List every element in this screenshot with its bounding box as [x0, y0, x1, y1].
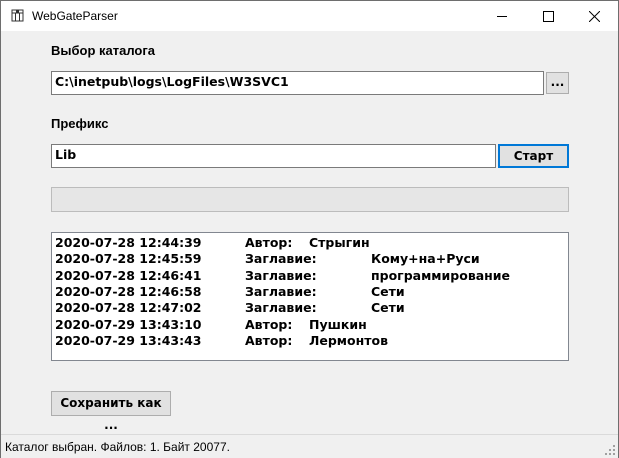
catalog-path-field[interactable]: C:\inetpub\logs\LogFiles\W3SVC1: [51, 71, 544, 95]
app-icon: [11, 9, 24, 22]
log-row[interactable]: 2020-07-28 12:47:02 Заглавие: Сети: [55, 300, 565, 316]
log-value: Сети: [371, 300, 405, 316]
log-row[interactable]: 2020-07-29 13:43:43 Автор: Лермонтов: [55, 333, 565, 349]
progress-bar: [51, 187, 569, 212]
title-bar[interactable]: WebGateParser: [1, 1, 618, 31]
log-field: Автор:: [245, 332, 293, 348]
log-time: 2020-07-28 12:44:39: [55, 235, 202, 250]
log-field: Заглавие:: [245, 267, 317, 283]
save-as-button[interactable]: Сохранить как ...: [51, 391, 171, 432]
log-value: Пушкин: [309, 316, 367, 332]
log-value: Лермонтов: [309, 332, 388, 348]
log-value: программирование: [371, 267, 511, 283]
prefix-label: Префикс: [51, 116, 109, 131]
log-row[interactable]: 2020-07-28 12:46:58 Заглавие: Сети: [55, 284, 565, 300]
log-time: 2020-07-28 12:46:41: [55, 267, 202, 283]
log-time: 2020-07-28 12:47:02: [55, 300, 202, 316]
browse-button[interactable]: ...: [546, 72, 569, 94]
resize-grip-icon[interactable]: [604, 444, 616, 456]
window-title: WebGateParser: [32, 9, 118, 23]
log-field: Заглавие:: [245, 300, 317, 316]
log-field: Автор:: [245, 316, 293, 332]
log-value: Сети: [371, 283, 405, 299]
log-row[interactable]: 2020-07-28 12:45:59 Заглавие: Кому+на+Руси: [55, 251, 565, 267]
minimize-button[interactable]: [480, 1, 526, 31]
log-listbox[interactable]: 2020-07-28 12:44:39 Автор: Стрыгин 2020-07-…: [51, 232, 569, 361]
log-time: 2020-07-29 13:43:43: [55, 332, 202, 348]
log-value: Стрыгин: [309, 235, 370, 250]
app-window: WebGateParser Выбор каталога C:\inetpub\…: [0, 0, 619, 458]
status-bar: Каталог выбран. Файлов: 1. Байт 20077.: [1, 434, 618, 458]
log-row[interactable]: 2020-07-29 13:43:10 Автор: Пушкин: [55, 317, 565, 333]
close-button[interactable]: [572, 1, 618, 31]
maximize-icon: [543, 11, 554, 22]
minimize-icon: [497, 16, 507, 17]
prefix-field[interactable]: Lib: [51, 144, 496, 168]
catalog-label: Выбор каталога: [51, 43, 156, 58]
log-field: Автор:: [245, 235, 293, 250]
status-text: Каталог выбран. Файлов: 1. Байт 20077.: [5, 440, 230, 454]
log-row[interactable]: 2020-07-28 12:44:39 Автор: Стрыгин: [55, 235, 565, 251]
log-time: 2020-07-28 12:46:58: [55, 283, 202, 299]
start-button[interactable]: Старт: [498, 144, 569, 168]
log-time: 2020-07-29 13:43:10: [55, 316, 202, 332]
log-field: Заглавие:: [245, 251, 317, 267]
log-field: Заглавие:: [245, 283, 317, 299]
maximize-button[interactable]: [526, 1, 572, 31]
close-icon: [589, 11, 600, 22]
log-row[interactable]: 2020-07-28 12:46:41 Заглавие: программиров…: [55, 268, 565, 284]
log-value: Кому+на+Руси: [371, 251, 480, 267]
log-time: 2020-07-28 12:45:59: [55, 251, 202, 267]
